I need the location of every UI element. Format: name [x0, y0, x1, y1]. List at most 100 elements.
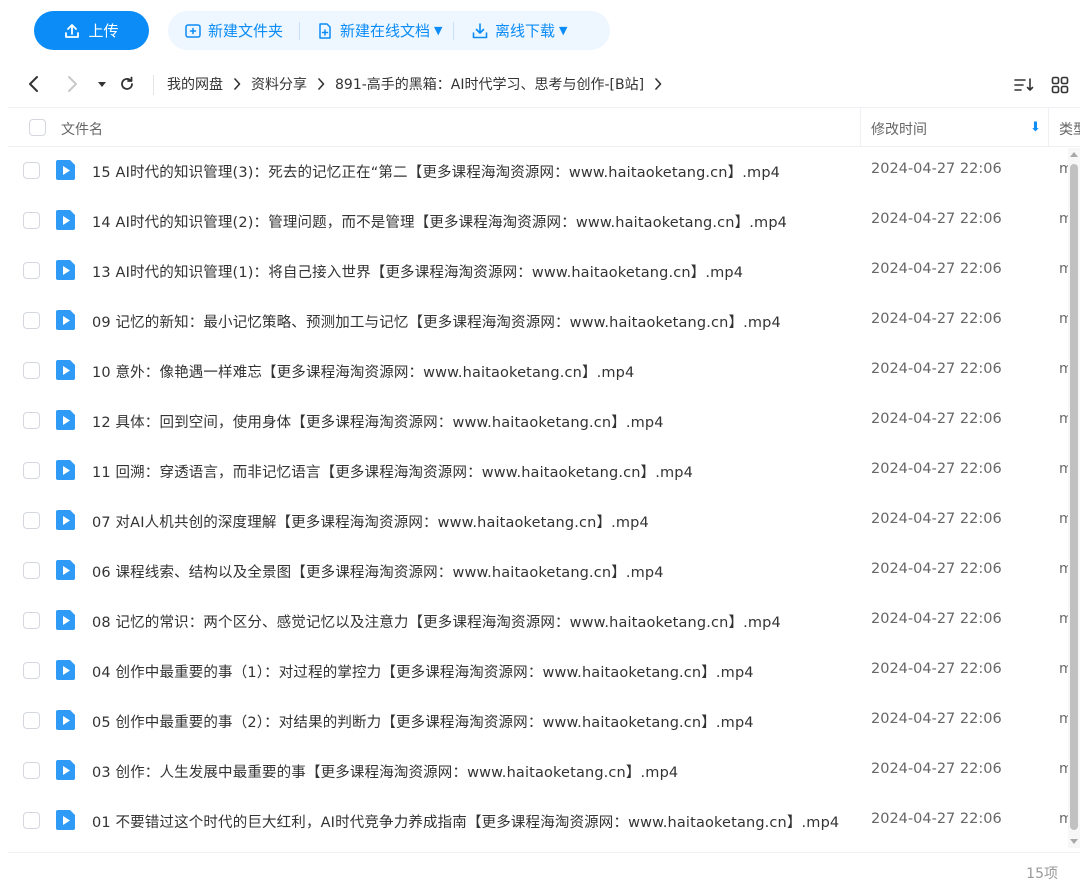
- row-checkbox[interactable]: [23, 412, 40, 429]
- row-checkbox[interactable]: [23, 362, 40, 379]
- row-checkbox[interactable]: [23, 162, 40, 179]
- column-header-type[interactable]: 类型: [1059, 119, 1080, 139]
- file-name[interactable]: 14 AI时代的知识管理(2)：管理问题，而不是管理【更多课程海淘资源网：www…: [92, 211, 787, 232]
- video-file-icon: [56, 760, 75, 780]
- file-name[interactable]: 12 具体：回到空间，使用身体【更多课程海淘资源网：www.haitaoketa…: [92, 411, 664, 432]
- file-name[interactable]: 06 课程线索、结构以及全景图【更多课程海淘资源网：www.haitaoketa…: [92, 561, 664, 582]
- table-header: 文件名 修改时间 ⬇ 类型: [8, 107, 1080, 147]
- row-checkbox[interactable]: [23, 812, 40, 829]
- video-file-icon: [56, 360, 75, 380]
- upload-button[interactable]: 上传: [34, 11, 149, 50]
- file-name[interactable]: 03 创作：人生发展中最重要的事【更多课程海淘资源网：www.haitaoket…: [92, 761, 678, 782]
- row-checkbox[interactable]: [23, 512, 40, 529]
- row-checkbox[interactable]: [23, 462, 40, 479]
- row-checkbox[interactable]: [23, 562, 40, 579]
- sort-descending-icon[interactable]: ⬇: [1030, 120, 1041, 135]
- file-type: mp4: [1059, 611, 1068, 627]
- table-row[interactable]: 15 AI时代的知识管理(3)：死去的记忆正在“第二【更多课程海淘资源网：www…: [8, 146, 1068, 196]
- chevron-down-icon: ▼: [434, 24, 443, 37]
- file-name[interactable]: 08 记忆的常识：两个区分、感觉记忆以及注意力【更多课程海淘资源网：www.ha…: [92, 611, 781, 632]
- column-header-time[interactable]: 修改时间: [871, 119, 927, 139]
- file-modified-time: 2024-04-27 22:06: [871, 211, 1002, 227]
- row-checkbox[interactable]: [23, 762, 40, 779]
- refresh-button[interactable]: [115, 72, 139, 96]
- table-row[interactable]: 01 不要错过这个时代的巨大红利，AI时代竞争力养成指南【更多课程海淘资源网：w…: [8, 796, 1068, 846]
- file-name[interactable]: 11 回溯：穿透语言，而非记忆语言【更多课程海淘资源网：www.haitaoke…: [92, 461, 693, 482]
- file-modified-time: 2024-04-27 22:06: [871, 661, 1002, 677]
- file-modified-time: 2024-04-27 22:06: [871, 811, 1002, 827]
- file-type: mp4: [1059, 161, 1068, 177]
- chevron-down-icon: ▼: [559, 24, 568, 37]
- file-type: mp4: [1059, 511, 1068, 527]
- row-checkbox[interactable]: [23, 712, 40, 729]
- table-row[interactable]: 14 AI时代的知识管理(2)：管理问题，而不是管理【更多课程海淘资源网：www…: [8, 196, 1068, 246]
- sort-button[interactable]: [1013, 74, 1035, 96]
- back-button[interactable]: [22, 72, 46, 96]
- table-row[interactable]: 03 创作：人生发展中最重要的事【更多课程海淘资源网：www.haitaoket…: [8, 746, 1068, 796]
- file-modified-time: 2024-04-27 22:06: [871, 761, 1002, 777]
- new-online-doc-button[interactable]: 新建在线文档 ▼: [300, 11, 453, 50]
- breadcrumb-item-my-drive[interactable]: 我的网盘: [167, 74, 223, 94]
- file-name[interactable]: 15 AI时代的知识管理(3)：死去的记忆正在“第二【更多课程海淘资源网：www…: [92, 161, 780, 182]
- table-row[interactable]: 12 具体：回到空间，使用身体【更多课程海淘资源网：www.haitaoketa…: [8, 396, 1068, 446]
- table-row[interactable]: 05 创作中最重要的事（2）：对结果的判断力【更多课程海淘资源网：www.hai…: [8, 696, 1068, 746]
- select-all-checkbox[interactable]: [29, 119, 46, 136]
- breadcrumb-item-shared[interactable]: 资料分享: [251, 74, 307, 94]
- file-name[interactable]: 07 对AI人机共创的深度理解【更多课程海淘资源网：www.haitaoketa…: [92, 511, 649, 532]
- scroll-up-arrow-icon[interactable]: [1070, 152, 1078, 157]
- video-file-icon: [56, 660, 75, 680]
- row-checkbox[interactable]: [23, 312, 40, 329]
- file-type: mp4: [1059, 311, 1068, 327]
- file-list: 15 AI时代的知识管理(3)：死去的记忆正在“第二【更多课程海淘资源网：www…: [8, 146, 1068, 846]
- table-row[interactable]: 13 AI时代的知识管理(1)：将自己接入世界【更多课程海淘资源网：www.ha…: [8, 246, 1068, 296]
- grid-view-button[interactable]: [1049, 74, 1071, 96]
- breadcrumb-item-current-folder[interactable]: 891-高手的黑箱：AI时代学习、思考与创作-[B站]: [335, 74, 644, 94]
- status-footer: 15项: [8, 852, 1080, 888]
- table-row[interactable]: 09 记忆的新知：最小记忆策略、预测加工与记忆【更多课程海淘资源网：www.ha…: [8, 296, 1068, 346]
- file-name[interactable]: 09 记忆的新知：最小记忆策略、预测加工与记忆【更多课程海淘资源网：www.ha…: [92, 311, 781, 332]
- file-modified-time: 2024-04-27 22:06: [871, 411, 1002, 427]
- new-folder-button[interactable]: 新建文件夹: [168, 11, 299, 50]
- navigation-bar: 我的网盘 资料分享 891-高手的黑箱：AI时代学习、思考与创作-[B站]: [0, 62, 1080, 107]
- video-file-icon: [56, 510, 75, 530]
- forward-arrow-icon: [68, 76, 77, 92]
- vertical-scrollbar[interactable]: [1068, 148, 1080, 848]
- file-name[interactable]: 04 创作中最重要的事（1）：对过程的掌控力【更多课程海淘资源网：www.hai…: [92, 661, 754, 682]
- refresh-icon: [121, 76, 133, 90]
- scroll-down-arrow-icon[interactable]: [1070, 839, 1078, 844]
- file-name[interactable]: 13 AI时代的知识管理(1)：将自己接入世界【更多课程海淘资源网：www.ha…: [92, 261, 743, 282]
- row-checkbox[interactable]: [23, 612, 40, 629]
- table-row[interactable]: 04 创作中最重要的事（1）：对过程的掌控力【更多课程海淘资源网：www.hai…: [8, 646, 1068, 696]
- grid-view-icon: [1051, 76, 1069, 94]
- file-name[interactable]: 05 创作中最重要的事（2）：对结果的判断力【更多课程海淘资源网：www.hai…: [92, 711, 754, 732]
- row-checkbox[interactable]: [23, 262, 40, 279]
- file-type: mp4: [1059, 411, 1068, 427]
- video-file-icon: [56, 610, 75, 630]
- sort-icon: [1014, 78, 1034, 91]
- column-divider[interactable]: [860, 108, 861, 146]
- file-type: mp4: [1059, 761, 1068, 777]
- item-count: 15项: [1026, 866, 1058, 882]
- scrollbar-thumb[interactable]: [1070, 164, 1078, 830]
- offline-download-button[interactable]: 离线下载 ▼: [454, 11, 594, 50]
- table-row[interactable]: 06 课程线索、结构以及全景图【更多课程海淘资源网：www.haitaoketa…: [8, 546, 1068, 596]
- column-divider[interactable]: [1048, 108, 1049, 146]
- video-file-icon: [56, 310, 75, 330]
- download-icon: [472, 22, 488, 38]
- table-row[interactable]: 08 记忆的常识：两个区分、感觉记忆以及注意力【更多课程海淘资源网：www.ha…: [8, 596, 1068, 646]
- file-type: mp4: [1059, 261, 1068, 277]
- row-checkbox[interactable]: [23, 212, 40, 229]
- table-row[interactable]: 11 回溯：穿透语言，而非记忆语言【更多课程海淘资源网：www.haitaoke…: [8, 446, 1068, 496]
- table-row[interactable]: 10 意外：像艳遇一样难忘【更多课程海淘资源网：www.haitaoketang…: [8, 346, 1068, 396]
- column-header-name[interactable]: 文件名: [61, 119, 103, 139]
- file-name[interactable]: 10 意外：像艳遇一样难忘【更多课程海淘资源网：www.haitaoketang…: [92, 361, 634, 382]
- table-row[interactable]: 07 对AI人机共创的深度理解【更多课程海淘资源网：www.haitaoketa…: [8, 496, 1068, 546]
- video-file-icon: [56, 710, 75, 730]
- file-name[interactable]: 01 不要错过这个时代的巨大红利，AI时代竞争力养成指南【更多课程海淘资源网：w…: [92, 811, 839, 832]
- history-dropdown[interactable]: [90, 72, 114, 96]
- video-file-icon: [56, 460, 75, 480]
- back-arrow-icon: [29, 76, 38, 92]
- forward-button[interactable]: [60, 72, 84, 96]
- file-type: mp4: [1059, 211, 1068, 227]
- row-checkbox[interactable]: [23, 662, 40, 679]
